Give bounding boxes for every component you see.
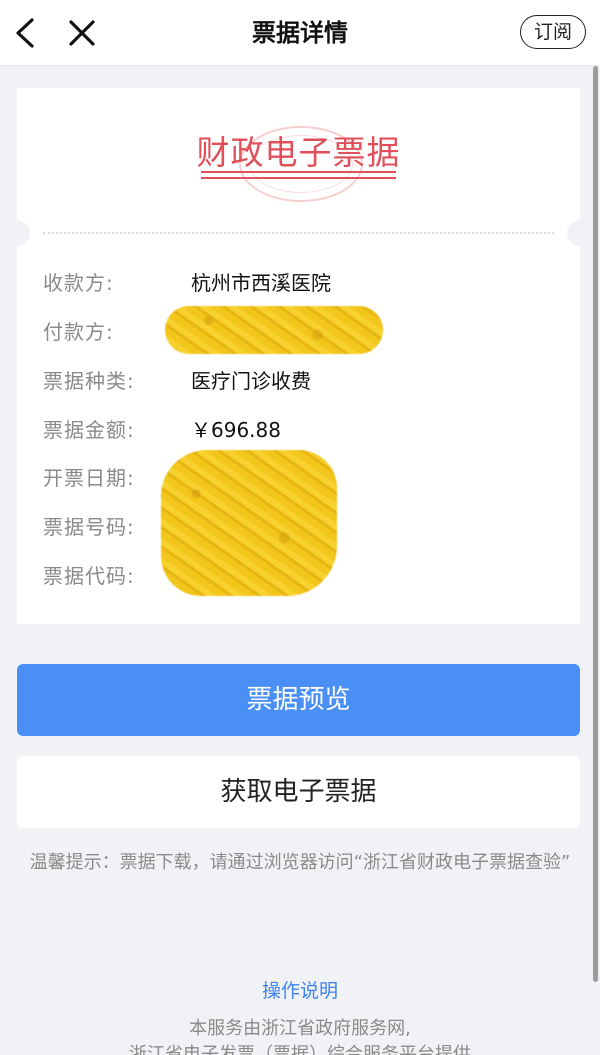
subscribe-button[interactable]: 订阅 [520,15,586,49]
redaction-sticker [165,306,383,354]
dotted-divider [43,232,554,234]
card-notch-left [4,220,30,246]
field-label: 票据号码: [43,515,135,539]
scrollbar[interactable] [593,66,598,982]
instructions-link[interactable]: 操作说明 [0,976,600,1006]
tip-text: 温馨提示：票据下载，请通过浏览器访问“浙江省财政电子票据查验” [29,852,571,873]
field-label: 收款方: [43,271,114,295]
service-provider-text: 浙江省电子发票（票据）综合服务平台提供 [129,1044,471,1055]
receipt-preview-button[interactable]: 票据预览 [17,664,580,736]
field-value: 医疗门诊收费 [191,369,311,393]
field-label: 付款方: [43,320,114,344]
redaction-sticker [161,450,337,596]
title-underline [201,171,396,179]
field-value: ￥696.88 [191,418,281,442]
receipt-title: 财政电子票据 [196,133,401,172]
card-notch-right [567,220,593,246]
field-row-payee: 收款方: 杭州市西溪医院 [17,266,580,300]
get-e-receipt-button[interactable]: 获取电子票据 [17,756,580,828]
field-value: 杭州市西溪医院 [191,271,331,295]
field-label: 票据种类: [43,369,135,393]
field-row-amount: 票据金额: ￥696.88 [17,413,580,447]
page-title: 票据详情 [252,19,348,47]
field-row-type: 票据种类: 医疗门诊收费 [17,364,580,398]
field-label: 开票日期: [43,466,135,490]
top-nav-bar: 票据详情 订阅 [0,0,600,66]
field-label: 票据金额: [43,418,135,442]
receipt-card: 财政电子票据 收款方: 杭州市西溪医院 付款方: 票据种类: 医疗门诊收费 票据… [4,88,593,624]
field-label: 票据代码: [43,564,135,588]
